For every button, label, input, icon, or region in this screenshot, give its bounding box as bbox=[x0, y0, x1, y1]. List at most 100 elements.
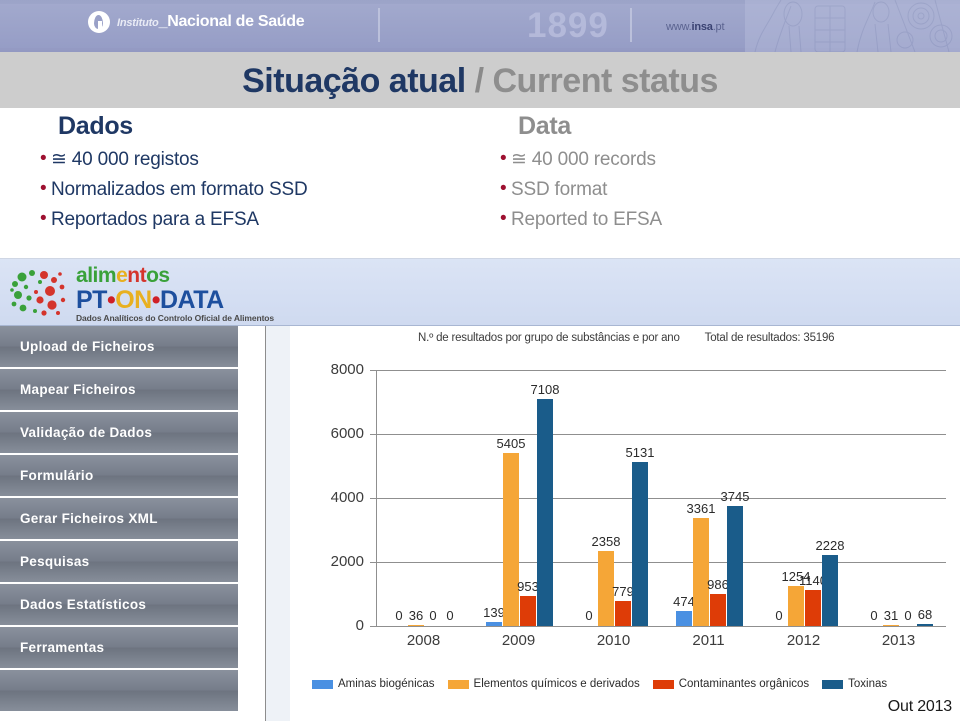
logo-data: DATA bbox=[159, 286, 224, 314]
chart-legend: Aminas biogénicas Elementos químicos e de… bbox=[312, 678, 960, 690]
legend-item[interactable]: Elementos químicos e derivados bbox=[447, 678, 640, 690]
legend-swatch bbox=[447, 679, 469, 689]
sidebar-gutter bbox=[238, 326, 265, 721]
y-tick bbox=[370, 370, 376, 371]
bar-group: 139 5405 953 7108 bbox=[472, 370, 567, 626]
sidebar-item-mapear-ficheiros[interactable]: Mapear Ficheiros bbox=[0, 369, 238, 412]
page-title-pt: Situação atual bbox=[242, 62, 466, 100]
bar-group: 0 31 0 68 bbox=[852, 370, 947, 626]
bar bbox=[727, 506, 743, 626]
logo-wordmark: alimentos PT•ON•DATA Dados Analíticos do… bbox=[76, 265, 274, 324]
content-column-portuguese: Dados ≅ 40 000 registos Normalizados em … bbox=[40, 112, 500, 235]
sidebar-item-label: Formulário bbox=[20, 468, 94, 483]
legend-swatch bbox=[312, 679, 333, 689]
chart-total-results: Total de resultados: 35196 bbox=[704, 332, 835, 344]
logo-dot-1: • bbox=[106, 286, 116, 314]
list-item: ≅ 40 000 registos bbox=[40, 144, 500, 175]
logo-dot-2: • bbox=[151, 286, 161, 314]
bar-value-label: 7108 bbox=[530, 381, 560, 397]
bar-value-label: 68 bbox=[917, 606, 933, 622]
page-title-en: Current status bbox=[492, 62, 719, 100]
sidebar-item-label: Mapear Ficheiros bbox=[20, 382, 136, 397]
y-tick-label: 4000 bbox=[330, 489, 364, 506]
legend-label: Elementos químicos e derivados bbox=[473, 678, 640, 690]
insa-logo-main: Nacional de Saúde bbox=[167, 13, 305, 30]
bar-group: 0 36 0 0 bbox=[377, 370, 472, 626]
sidebar-item-ferramentas[interactable]: Ferramentas bbox=[0, 627, 238, 670]
sidebar-item-pesquisas[interactable]: Pesquisas bbox=[0, 541, 238, 584]
sidebar-item-label: Validação de Dados bbox=[20, 425, 153, 440]
column-heading-en: Data bbox=[518, 112, 571, 140]
content-left-strip bbox=[266, 326, 290, 721]
x-tick-label: 2009 bbox=[501, 632, 536, 649]
application-screenshot: alimentos PT•ON•DATA Dados Analíticos do… bbox=[0, 258, 960, 721]
bar bbox=[805, 589, 821, 626]
bar-value-label: 2228 bbox=[815, 537, 845, 553]
bar bbox=[710, 594, 726, 626]
sidebar-item-gerar-ficheiros-xml[interactable]: Gerar Ficheiros XML bbox=[0, 498, 238, 541]
banner-year: 1899 bbox=[527, 6, 609, 45]
bullet-list-pt: ≅ 40 000 registos Normalizados em format… bbox=[40, 144, 500, 235]
bar-value-label: 0 bbox=[446, 608, 454, 623]
legend-label: Contaminantes orgânicos bbox=[678, 678, 810, 690]
url-suffix: .pt bbox=[712, 21, 725, 33]
y-tick bbox=[370, 626, 376, 627]
bar bbox=[883, 625, 899, 626]
chart-header: N.º de resultados por grupo de substânci… bbox=[290, 326, 960, 350]
sidebar-item-label: Upload de Ficheiros bbox=[20, 339, 155, 354]
sidebar-item-formulario[interactable]: Formulário bbox=[0, 455, 238, 498]
sidebar-item-validacao-de-dados[interactable]: Validação de Dados bbox=[0, 412, 238, 455]
legend-item[interactable]: Contaminantes orgânicos bbox=[652, 678, 810, 690]
bar bbox=[408, 624, 424, 626]
logo-on: ON bbox=[115, 286, 152, 314]
y-tick bbox=[370, 434, 376, 435]
banner-decorative-artwork bbox=[745, 0, 960, 52]
logo-subtitle: Dados Analíticos do Controlo Oficial de … bbox=[76, 313, 275, 323]
sidebar-item-label: Ferramentas bbox=[20, 640, 105, 655]
list-item: ≅ 40 000 records bbox=[500, 144, 940, 175]
legend-item[interactable]: Toxinas bbox=[822, 678, 887, 690]
bar-value-label: 5405 bbox=[496, 436, 526, 452]
content-column-english: Data ≅ 40 000 records SSD format Reporte… bbox=[500, 112, 940, 235]
bar bbox=[676, 610, 692, 626]
legend-swatch bbox=[822, 679, 844, 689]
x-tick-label: 2013 bbox=[881, 632, 916, 649]
bar-value-label: 3745 bbox=[720, 489, 750, 505]
banner-divider-2 bbox=[630, 8, 632, 42]
bullet-list-en: ≅ 40 000 records SSD format Reported to … bbox=[500, 144, 940, 235]
app-sidebar: Upload de Ficheiros Mapear Ficheiros Val… bbox=[0, 326, 238, 721]
insa-logo: Instituto_Nacional de Saúde bbox=[88, 11, 305, 33]
bar bbox=[822, 554, 838, 626]
x-tick-label: 2008 bbox=[406, 632, 441, 649]
bar bbox=[615, 601, 631, 626]
column-heading-pt: Dados bbox=[58, 112, 133, 140]
x-tick-label: 2012 bbox=[786, 632, 821, 649]
chart-plot-area: 0 2000 4000 6000 8000 0 36 0 0 139 5405 953 7108 0 23… bbox=[290, 352, 960, 667]
logo-line-ptondata: PT•ON•DATA bbox=[76, 287, 274, 313]
list-item: Normalizados em formato SSD bbox=[40, 174, 500, 205]
sidebar-item-dados-estatisticos[interactable]: Dados Estatísticos bbox=[0, 584, 238, 627]
legend-label: Aminas biogénicas bbox=[338, 678, 435, 690]
insa-logo-text: Instituto_Nacional de Saúde bbox=[117, 13, 305, 31]
sidebar-item-label: Gerar Ficheiros XML bbox=[20, 511, 158, 526]
list-item: Reported to EFSA bbox=[500, 204, 940, 235]
logo-pt: PT bbox=[76, 286, 107, 314]
legend-item[interactable]: Aminas biogénicas bbox=[312, 678, 435, 690]
statistics-chart-panel: N.º de resultados por grupo de substânci… bbox=[290, 326, 960, 721]
legend-label: Toxinas bbox=[848, 678, 888, 690]
sidebar-item-upload-de-ficheiros[interactable]: Upload de Ficheiros bbox=[0, 326, 238, 369]
insa-banner: Instituto_Nacional de Saúde 1899 www.ins… bbox=[0, 0, 960, 52]
y-tick-label: 6000 bbox=[330, 425, 364, 442]
sidebar-item-label: Dados Estatísticos bbox=[20, 597, 147, 612]
sidebar-item-partial[interactable] bbox=[0, 670, 238, 713]
logo-line-alimentos: alimentos bbox=[76, 264, 170, 287]
bar bbox=[632, 461, 648, 626]
url-brand: insa bbox=[691, 21, 713, 33]
bar-value-label: 2358 bbox=[591, 533, 621, 549]
insa-logo-italic: Instituto bbox=[117, 17, 159, 29]
chart-title: N.º de resultados por grupo de substânci… bbox=[418, 332, 680, 344]
list-item: Reportados para a EFSA bbox=[40, 204, 500, 235]
x-tick-label: 2010 bbox=[596, 632, 631, 649]
y-tick-label: 8000 bbox=[330, 361, 364, 378]
insa-website-url: www.insa.pt bbox=[666, 21, 725, 33]
